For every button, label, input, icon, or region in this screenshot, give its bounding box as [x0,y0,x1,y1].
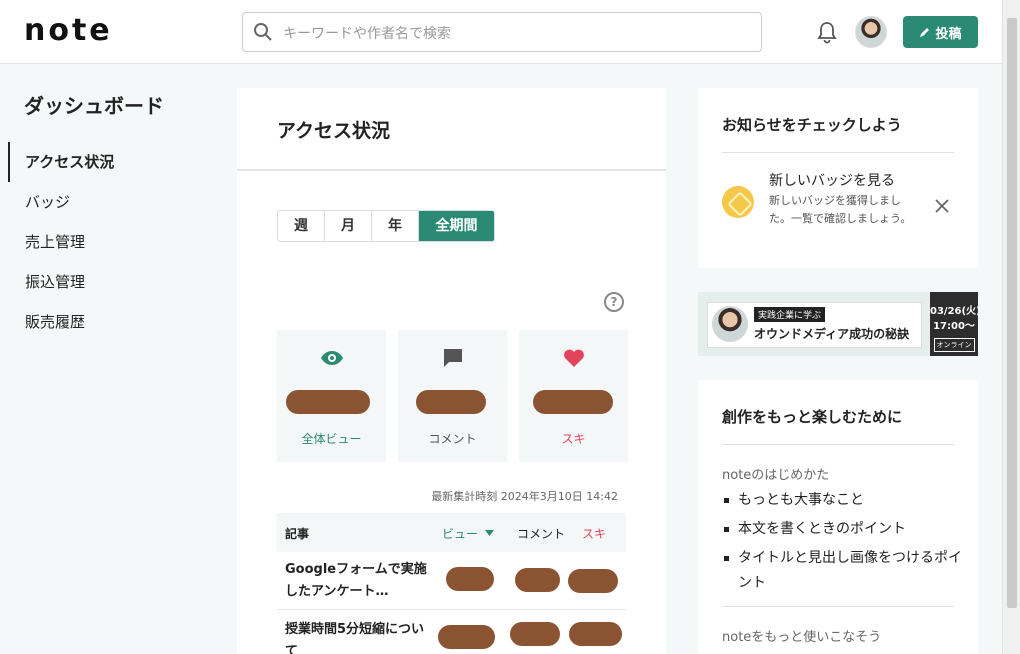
dashboard-title: ダッシュボード [24,94,164,118]
stat-label-views: 全体ビュー [301,432,362,446]
pencil-icon [920,28,930,37]
post-button-label: 投稿 [935,26,962,42]
eye-icon [321,351,343,365]
redacted-value [286,390,370,414]
enjoy-card: 創作をもっと楽しむために noteのはじめかた もっとも大事なこと 本文を書くと… [698,380,978,654]
divider [722,444,954,445]
redacted-value [446,567,494,591]
updated-timestamp: 最新集計時刻 2024年3月10日 14:42 [431,490,618,503]
stat-label-comments: コメント [428,432,477,446]
redacted-value [569,622,622,646]
sidebar-item-badge[interactable]: バッジ [8,182,218,222]
col-article: 記事 [285,527,310,541]
stat-card-likes: スキ [519,330,628,462]
tab-year[interactable]: 年 [372,211,419,241]
subheading-more: noteをもっと使いこなそう [722,630,882,645]
tab-all-time[interactable]: 全期間 [419,211,494,241]
heart-icon [564,349,584,367]
note-logo[interactable]: note [24,14,113,48]
sidebar-item-transfer[interactable]: 振込管理 [8,262,218,302]
list-item[interactable]: もっとも大事なこと [722,488,962,513]
banner-title: オウンドメディア成功の秘訣 [754,327,910,341]
comment-icon [444,349,462,367]
tab-month[interactable]: 月 [325,211,372,241]
banner-content: 実践企業に学ぶ オウンドメディア成功の秘訣 [707,302,922,348]
sort-down-icon[interactable] [485,530,494,536]
period-tabs: 週 月 年 全期間 [277,210,495,242]
sidebar-item-access[interactable]: アクセス状況 [8,142,218,182]
col-comment[interactable]: コメント [517,525,565,542]
event-banner[interactable]: 実践企業に学ぶ オウンドメディア成功の秘訣 03/26(火) 17:00〜 オン… [698,292,978,356]
access-panel: アクセス状況 週 月 年 全期間 ? 全体ビュー コメント スキ 最新集計時刻 … [237,88,666,654]
bell-icon[interactable] [816,20,838,44]
sidebar-nav: アクセス状況 バッジ 売上管理 振込管理 販売履歴 [8,142,218,342]
search-bar[interactable]: キーワードや作者名で検索 [242,12,762,52]
banner-date: 03/26(火) [930,306,978,317]
tab-week[interactable]: 週 [278,211,325,241]
banner-time: 17:00〜 [933,321,975,332]
enjoy-title: 創作をもっと楽しむために [722,408,903,426]
banner-tag: 実践企業に学ぶ [754,307,826,322]
speaker-photo [712,306,748,342]
redacted-value [515,568,560,592]
col-view[interactable]: ビュー [442,525,478,542]
subheading-getting-started: noteのはじめかた [722,468,830,483]
stat-label-likes: スキ [561,432,586,446]
redacted-value [438,625,495,649]
col-like[interactable]: スキ [582,525,606,542]
table-row[interactable]: 授業時間5分短縮について [277,610,626,654]
top-header: note キーワードや作者名で検索 投稿 [0,0,1002,64]
table-row[interactable]: Googleフォームで実施したアンケート… [277,552,626,610]
post-button[interactable]: 投稿 [903,16,978,48]
divider [722,152,954,153]
redacted-value [416,390,486,414]
redacted-value [533,390,613,414]
notice-title: お知らせをチェックしよう [722,116,902,134]
search-icon [254,23,272,41]
redacted-value [510,622,560,646]
list-item[interactable]: 本文を書くときのポイント [722,517,962,542]
search-placeholder: キーワードや作者名で検索 [283,26,451,42]
badge-description: 新しいバッジを獲得しました。一覧で確認しましょう。 [769,194,912,225]
page-title: アクセス状況 [277,120,391,142]
divider [237,169,666,171]
badge-icon [722,186,754,218]
close-icon[interactable] [934,198,950,214]
list-item[interactable]: タイトルと見出し画像をつけるポイント [722,546,962,596]
tips-list: もっとも大事なこと 本文を書くときのポイント タイトルと見出し画像をつけるポイン… [722,488,962,600]
sidebar-item-sales[interactable]: 売上管理 [8,222,218,262]
table-header: 記事 ビュー コメント スキ [277,513,626,552]
stat-card-views: 全体ビュー [277,330,386,462]
help-icon[interactable]: ? [604,292,624,312]
user-avatar[interactable] [855,16,887,48]
stat-card-comments: コメント [398,330,507,462]
badge-heading[interactable]: 新しいバッジを見る [769,170,895,190]
banner-date-box: 03/26(火) 17:00〜 オンライン [930,292,978,356]
article-title[interactable]: Googleフォームで実施したアンケート… [285,559,430,603]
banner-online: オンライン [933,338,975,352]
notice-card: お知らせをチェックしよう 新しいバッジを見る 新しいバッジを獲得しました。一覧で… [698,88,978,268]
article-title[interactable]: 授業時間5分短縮について [285,619,430,654]
scrollbar-thumb[interactable] [1007,18,1017,608]
page-scrollbar[interactable] [1002,0,1020,654]
divider [722,606,954,607]
redacted-value [568,569,618,593]
stat-cards: 全体ビュー コメント スキ [277,330,628,462]
sidebar-item-history[interactable]: 販売履歴 [8,302,218,342]
